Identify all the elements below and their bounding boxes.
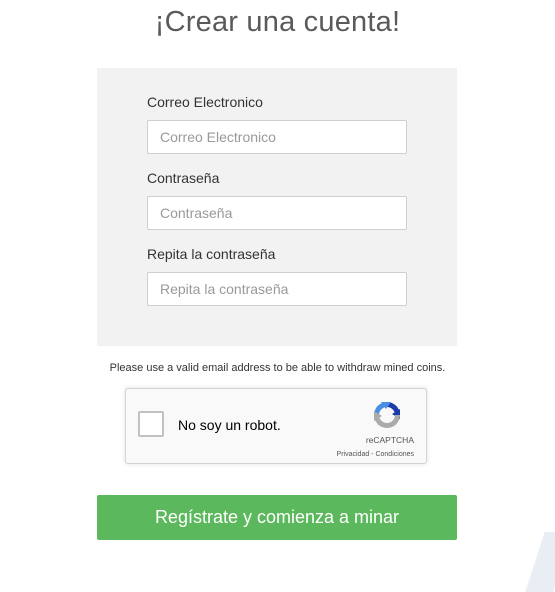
email-field[interactable] [147,120,407,154]
password-label: Contraseña [147,170,220,186]
recaptcha-logo-icon [374,402,400,428]
signup-form-panel: Correo Electronico Contraseña Repita la … [97,68,457,346]
page-title: ¡Crear una cuenta! [154,6,401,38]
recaptcha-label: No soy un robot. [178,417,281,433]
email-notice: Please use a valid email address to be a… [109,362,446,374]
repeat-password-label: Repita la contraseña [147,246,276,262]
email-label: Correo Electronico [147,94,263,110]
recaptcha-brand: reCAPTCHA [365,435,414,445]
recaptcha-checkbox[interactable] [138,411,164,437]
recaptcha-privacy-link[interactable]: Privacidad [337,451,370,458]
register-button[interactable]: Regístrate y comienza a minar [97,495,457,540]
background-corner-shape [525,532,555,592]
recaptcha-terms-link[interactable]: Condiciones [375,451,414,458]
password-field[interactable] [147,196,407,230]
repeat-password-field[interactable] [147,272,407,306]
recaptcha-links: Privacidad - Condiciones [337,451,414,458]
recaptcha-widget: No soy un robot. reCAPTCHA Privacidad - … [125,388,427,464]
